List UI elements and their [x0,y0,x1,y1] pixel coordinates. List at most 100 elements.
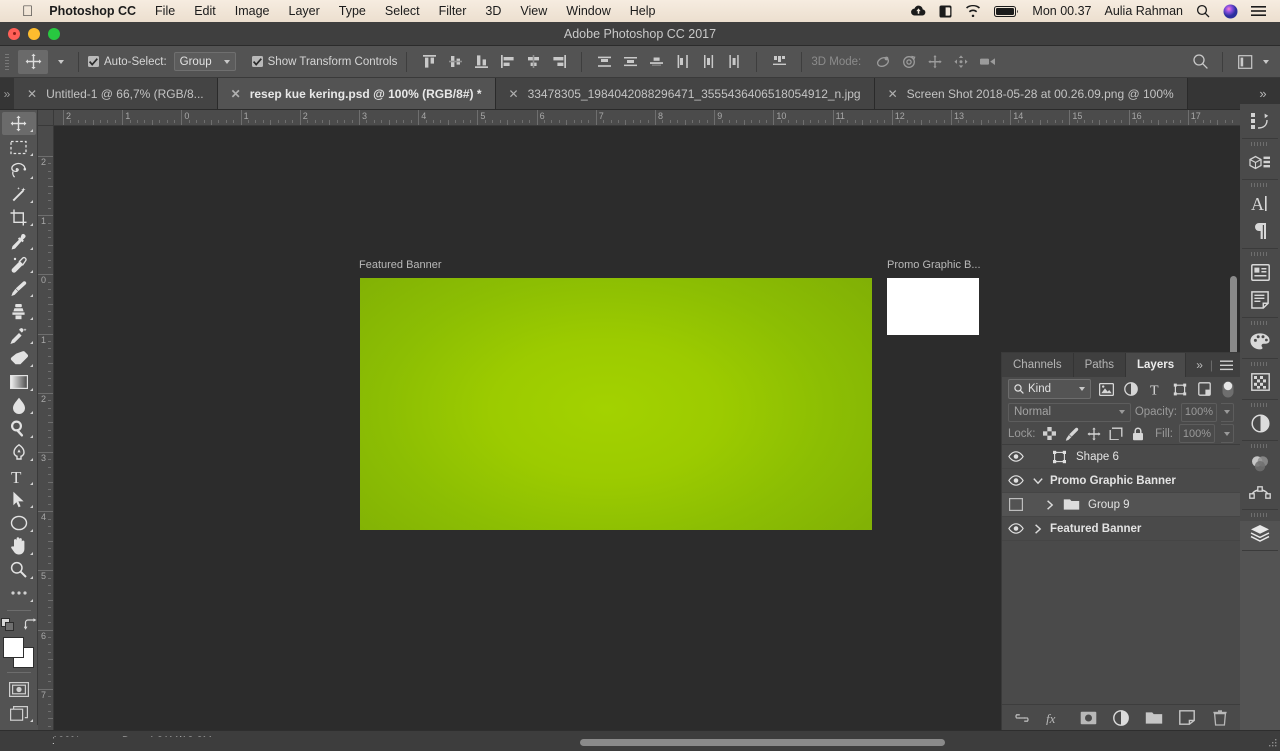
filter-smart-objects-icon[interactable] [1195,379,1214,399]
distribute-left-edges-icon[interactable] [669,50,695,74]
adjustments-icon[interactable] [1244,409,1276,437]
character-panel-icon[interactable]: A [1244,189,1276,217]
layer-row-promo-graphic-banner[interactable]: Promo Graphic Banner [1002,469,1240,493]
ruler-origin[interactable] [38,110,54,126]
layer-styles-fx-icon[interactable]: fx [1046,709,1064,727]
document-tab-33478305-jpg[interactable]: ✕ 33478305_1984042088296471_355543640651… [495,78,875,109]
filter-pixel-layers-icon[interactable] [1097,379,1116,399]
auto-select-checkbox[interactable] [88,56,99,67]
layer-filter-kind-dropdown[interactable]: Kind [1008,379,1091,399]
menu-select[interactable]: Select [385,4,420,18]
roll-3d-icon[interactable] [896,50,922,74]
layer-row-shape-6[interactable]: Shape 6 [1002,445,1240,469]
search-icon[interactable] [1187,50,1213,74]
layer-row-group-9[interactable]: Group 9 [1002,493,1240,517]
battery-icon[interactable] [994,5,1019,17]
delete-layer-icon[interactable] [1211,709,1229,727]
brush-tool[interactable] [2,276,36,299]
menu-layer[interactable]: Layer [289,4,320,18]
canvas-vertical-scrollbar[interactable] [1230,276,1237,358]
macos-user-name[interactable]: Aulia Rahman [1104,4,1183,18]
filter-shape-layers-icon[interactable] [1171,379,1190,399]
eyedropper-tool[interactable] [2,229,36,252]
minimize-window-button[interactable] [28,27,40,40]
new-group-icon[interactable] [1145,709,1163,727]
document-tab-untitled-1[interactable]: ✕ Untitled-1 @ 66,7% (RGB/8... [14,78,218,109]
patterns-grid-icon[interactable] [1244,368,1276,396]
eraser-tool[interactable] [2,347,36,370]
chevron-double-right-icon[interactable]: » [1196,358,1203,372]
spot-healing-brush-tool[interactable] [2,253,36,276]
pan-3d-icon[interactable] [922,50,948,74]
history-icon[interactable] [1244,107,1276,135]
distribute-horizontal-centers-icon[interactable] [695,50,721,74]
blur-tool[interactable] [2,394,36,417]
cloud-upload-icon[interactable] [911,5,926,17]
window-resize-handle[interactable] [1268,739,1278,749]
gradient-tool[interactable] [2,370,36,393]
new-adjustment-layer-icon[interactable] [1112,709,1130,727]
new-layer-icon[interactable] [1178,709,1196,727]
layer-row-featured-banner[interactable]: Featured Banner [1002,517,1240,541]
align-vertical-centers-icon[interactable] [442,50,468,74]
tool-preset-chevron-icon[interactable] [52,50,69,74]
edit-toolbar-tool[interactable] [2,582,36,605]
notes-icon[interactable] [1244,286,1276,314]
layer-visibility-toggle[interactable] [1002,451,1030,462]
horizontal-ruler[interactable]: 2 1 0 1 2 3 4 5 6 7 8 9 10 11 12 13 14 15 16 17 [54,110,1240,126]
macos-clock[interactable]: Mon 00.37 [1032,4,1091,18]
apple-icon[interactable]:  [22,4,33,19]
opacity-stepper[interactable] [1221,402,1234,422]
quick-selection-tool[interactable] [2,182,36,205]
clone-stamp-tool[interactable] [2,300,36,323]
zoom-window-button[interactable] [48,27,60,40]
move-tool[interactable] [1,112,36,136]
canvas-horizontal-scrollbar[interactable] [580,739,945,746]
align-right-edges-icon[interactable] [546,50,572,74]
default-colors-icon[interactable] [0,617,14,631]
distribute-top-edges-icon[interactable] [591,50,617,74]
lock-artboard-nesting-icon[interactable] [1108,426,1124,442]
artboard-label-promo-graphic-banner[interactable]: Promo Graphic B... [887,259,981,271]
slide-3d-icon[interactable] [948,50,974,74]
zoom-camera-3d-icon[interactable] [974,50,1000,74]
tabs-grip[interactable] [0,78,14,109]
horizontal-type-tool[interactable]: T [2,464,36,487]
align-top-edges-icon[interactable] [416,50,442,74]
display-mirror-icon[interactable] [939,5,952,18]
opacity-value[interactable]: 100% [1181,402,1217,422]
pen-tool[interactable] [2,441,36,464]
menu-file[interactable]: File [155,4,175,18]
fill-value[interactable]: 100% [1179,424,1215,443]
auto-select-scope-dropdown[interactable]: Group [173,52,236,71]
chevron-down-icon[interactable] [1030,477,1046,485]
close-window-button[interactable] [8,27,20,40]
menu-type[interactable]: Type [339,4,366,18]
chevron-right-icon[interactable] [1042,499,1058,510]
align-horizontal-centers-icon[interactable] [520,50,546,74]
ellipse-tool[interactable] [2,511,36,534]
lock-image-pixels-icon[interactable] [1064,426,1080,442]
options-bar-grip[interactable] [0,46,14,77]
workspace-switcher-icon[interactable] [1232,50,1258,74]
close-icon[interactable]: ✕ [27,88,37,100]
quick-mask-mode-icon[interactable] [2,678,36,701]
hand-tool[interactable] [2,535,36,558]
distribute-vertical-centers-icon[interactable] [617,50,643,74]
close-icon[interactable]: ✕ [231,88,241,100]
add-layer-mask-icon[interactable] [1079,709,1097,727]
lock-position-icon[interactable] [1086,426,1102,442]
document-tab-resep-kue-kering[interactable]: ✕ resep kue kering.psd @ 100% (RGB/8#) * [217,78,496,109]
menu-image[interactable]: Image [235,4,270,18]
artboard-promo-graphic-banner[interactable] [887,278,979,335]
dodge-tool[interactable] [2,417,36,440]
foreground-color-swatch[interactable] [2,637,24,659]
channels-mixer-icon[interactable] [1244,450,1276,478]
tab-paths[interactable]: Paths [1074,353,1127,377]
close-icon[interactable]: ✕ [888,88,898,100]
filter-type-layers-icon[interactable]: T [1146,379,1165,399]
menu-window[interactable]: Window [566,4,610,18]
wifi-icon[interactable] [965,5,981,17]
layers-panel-icon[interactable] [1244,519,1276,547]
fill-stepper[interactable] [1221,424,1234,443]
